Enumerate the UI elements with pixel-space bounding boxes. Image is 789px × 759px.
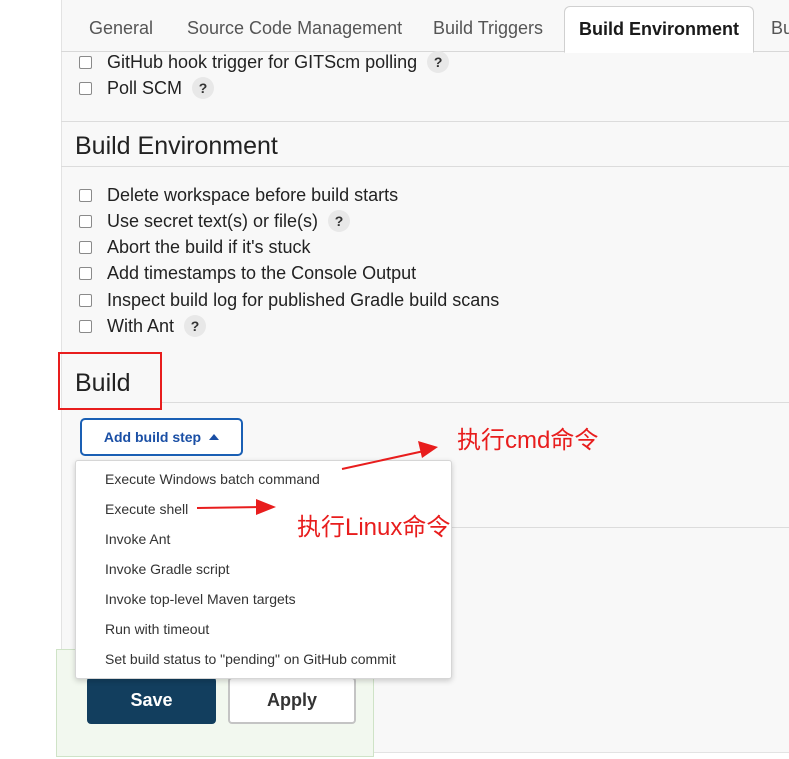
add-build-step-button[interactable]: Add build step — [80, 418, 243, 456]
tab-build[interactable]: Bu — [757, 6, 789, 50]
add-timestamps-checkbox[interactable] — [79, 266, 92, 280]
secret-text-checkbox[interactable] — [79, 214, 92, 228]
menu-item-run-timeout[interactable]: Run with timeout — [105, 619, 209, 639]
gradle-scans-checkbox[interactable] — [79, 293, 92, 307]
tab-general[interactable]: General — [75, 6, 167, 50]
secret-text-label: Use secret text(s) or file(s) — [107, 210, 319, 231]
annotation-cmd: 执行cmd命令 — [457, 427, 599, 454]
section-divider — [61, 166, 789, 167]
add-timestamps-label: Add timestamps to the Console Output — [107, 262, 417, 283]
section-divider — [450, 527, 789, 528]
poll-scm-label: Poll SCM — [107, 77, 183, 98]
tab-source-code-management[interactable]: Source Code Management — [173, 6, 416, 50]
help-icon[interactable]: ? — [192, 77, 215, 99]
option-abort-stuck: Abort the build if it's stuck — [79, 235, 311, 259]
option-delete-workspace: Delete workspace before build starts — [79, 183, 398, 207]
save-button[interactable]: Save — [87, 677, 216, 724]
tab-bar: General Source Code Management Build Tri… — [61, 6, 789, 53]
build-environment-title: Build Environment — [75, 132, 278, 160]
abort-stuck-label: Abort the build if it's stuck — [107, 236, 311, 257]
delete-workspace-checkbox[interactable] — [79, 188, 92, 202]
with-ant-label: With Ant — [107, 315, 175, 336]
help-icon[interactable]: ? — [184, 315, 207, 337]
menu-item-maven[interactable]: Invoke top-level Maven targets — [105, 589, 296, 609]
menu-item-gradle[interactable]: Invoke Gradle script — [105, 559, 230, 579]
section-divider — [162, 402, 789, 403]
gradle-scans-label: Inspect build log for published Gradle b… — [107, 289, 500, 310]
menu-item-windows-batch[interactable]: Execute Windows batch command — [105, 469, 320, 489]
poll-scm-checkbox[interactable] — [79, 81, 92, 95]
trigger-github-hook: GitHub hook trigger for GITScm polling ? — [79, 50, 450, 74]
option-gradle-scans: Inspect build log for published Gradle b… — [79, 288, 499, 312]
help-icon[interactable]: ? — [328, 210, 351, 232]
apply-button[interactable]: Apply — [228, 677, 356, 724]
with-ant-checkbox[interactable] — [79, 319, 92, 333]
menu-item-execute-shell[interactable]: Execute shell — [105, 499, 188, 519]
trigger-poll-scm: Poll SCM ? — [79, 76, 215, 100]
abort-stuck-checkbox[interactable] — [79, 240, 92, 254]
section-divider — [61, 121, 789, 122]
option-secret-text: Use secret text(s) or file(s) ? — [79, 209, 351, 233]
menu-item-invoke-ant[interactable]: Invoke Ant — [105, 529, 170, 549]
help-icon[interactable]: ? — [427, 51, 450, 73]
github-hook-checkbox[interactable] — [79, 55, 92, 69]
delete-workspace-label: Delete workspace before build starts — [107, 184, 399, 205]
tab-build-triggers[interactable]: Build Triggers — [419, 6, 557, 50]
build-step-menu: Execute Windows batch command Execute sh… — [75, 460, 452, 679]
menu-item-pending-status[interactable]: Set build status to "pending" on GitHub … — [105, 649, 396, 669]
option-add-timestamps: Add timestamps to the Console Output — [79, 261, 416, 285]
annotation-linux: 执行Linux命令 — [297, 514, 451, 541]
caret-up-icon — [209, 434, 220, 440]
highlight-box — [58, 352, 162, 410]
tab-build-environment[interactable]: Build Environment — [564, 6, 755, 53]
add-build-step-label: Add build step — [103, 429, 202, 445]
option-with-ant: With Ant ? — [79, 314, 207, 338]
github-hook-label: GitHub hook trigger for GITScm polling — [107, 51, 418, 72]
